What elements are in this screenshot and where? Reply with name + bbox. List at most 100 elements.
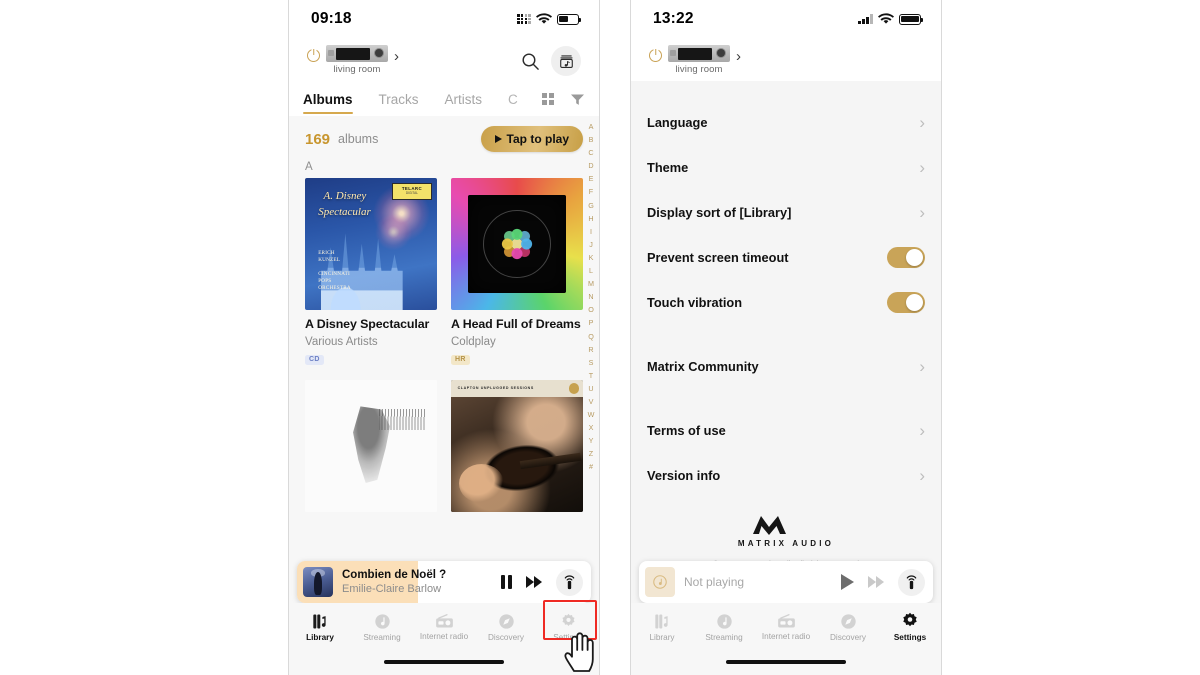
mini-player-right[interactable]: Not playing	[639, 561, 933, 603]
alpha-index-letter[interactable]: D	[588, 159, 593, 172]
device-info[interactable]: living room	[668, 42, 730, 75]
album-card[interactable]	[305, 380, 437, 512]
pause-icon[interactable]	[500, 575, 512, 589]
discovery-icon	[498, 613, 514, 629]
album-cover[interactable]	[451, 178, 583, 310]
chevron-right-icon: ›	[919, 203, 925, 222]
power-icon[interactable]	[649, 49, 662, 62]
nav-item-settings[interactable]: Settings	[881, 612, 939, 642]
search-icon[interactable]	[515, 46, 545, 76]
now-playing-artist: Emilie-Claire Barlow	[342, 583, 442, 595]
filter-icon[interactable]	[570, 93, 585, 106]
alpha-index-letter[interactable]: W	[588, 408, 595, 421]
tab-tracks[interactable]: Tracks	[379, 86, 419, 116]
alpha-index-letter[interactable]: Y	[589, 434, 594, 447]
alpha-index-letter[interactable]: M	[588, 277, 594, 290]
home-indicator[interactable]	[726, 659, 846, 665]
settings-row-version-info[interactable]: Version info ›	[631, 453, 941, 498]
library-icon	[654, 614, 668, 628]
album-card[interactable]: A. Disney Spectacular ERICH KUNZEL CINCINN…	[305, 178, 437, 366]
alpha-index-letter[interactable]: N	[588, 290, 593, 303]
alpha-index-letter[interactable]: A	[589, 120, 594, 133]
nav-item-internet-radio[interactable]: Internet radio	[415, 613, 473, 641]
album-card[interactable]: CLAPTON UNPLUGGED SESSIONS	[451, 380, 583, 512]
cast-remote-icon[interactable]	[556, 568, 583, 596]
settings-row-theme[interactable]: Theme ›	[631, 145, 941, 190]
nav-item-internet-radio[interactable]: Internet radio	[757, 613, 815, 641]
alpha-index-letter[interactable]: V	[589, 395, 594, 408]
alpha-index-letter[interactable]: #	[589, 460, 593, 473]
settings-row-matrix-community[interactable]: Matrix Community ›	[631, 344, 941, 389]
nav-item-streaming[interactable]: Streaming	[695, 613, 753, 642]
device-info[interactable]: living room	[326, 42, 388, 75]
now-playing-title: Not playing	[684, 575, 745, 589]
alpha-index-letter[interactable]: G	[588, 199, 594, 212]
alpha-index-letter[interactable]: X	[589, 421, 594, 434]
device-thumbnail	[326, 45, 388, 62]
alpha-index-letter[interactable]: F	[589, 185, 593, 198]
settings-label: Version info	[647, 468, 721, 483]
tap-to-play-button[interactable]: Tap to play	[480, 126, 583, 152]
alpha-index-letter[interactable]: O	[588, 303, 594, 316]
alpha-index-letter[interactable]: Q	[588, 330, 594, 343]
nav-item-settings[interactable]: Settings	[539, 613, 597, 642]
play-queue-icon[interactable]	[551, 46, 581, 76]
chevron-right-icon[interactable]: ›	[394, 49, 399, 64]
alpha-index-letter[interactable]: J	[589, 238, 593, 251]
tab-albums[interactable]: Albums	[303, 86, 353, 116]
tab-composers-clipped[interactable]: C	[508, 86, 518, 116]
grid-view-icon[interactable]	[541, 92, 554, 106]
alpha-index-letter[interactable]: T	[589, 369, 593, 382]
bottom-nav-right: Library Streaming Internet radio Discove…	[631, 603, 941, 649]
alpha-index-letter[interactable]: P	[589, 316, 594, 329]
alpha-index-letter[interactable]: C	[588, 146, 593, 159]
tab-view-icons	[541, 92, 585, 110]
tab-artists[interactable]: Artists	[445, 86, 483, 116]
album-card[interactable]: A Head Full of Dreams Coldplay HR	[451, 178, 583, 366]
device-selector[interactable]: living room ›	[307, 42, 399, 75]
device-selector[interactable]: living room ›	[649, 42, 741, 75]
mini-player-left[interactable]: Combien de Noël ? Emilie-Claire Barlow	[297, 561, 591, 603]
alpha-index-letter[interactable]: R	[588, 343, 593, 356]
battery-half-icon	[557, 13, 582, 25]
album-cover[interactable]: CLAPTON UNPLUGGED SESSIONS	[451, 380, 583, 512]
alpha-index-letter[interactable]: H	[588, 212, 593, 225]
cast-remote-icon[interactable]	[898, 568, 925, 596]
alpha-index-letter[interactable]: Z	[589, 447, 593, 460]
library-tabs: Albums Tracks Artists C	[289, 82, 599, 116]
toggle-touch-vibration[interactable]	[887, 292, 925, 313]
nav-item-discovery[interactable]: Discovery	[819, 613, 877, 642]
settings-row-touch-vibration[interactable]: Touch vibration	[631, 280, 941, 325]
home-indicator[interactable]	[384, 659, 504, 665]
settings-row-display-sort[interactable]: Display sort of [Library] ›	[631, 190, 941, 235]
settings-label: Matrix Community	[647, 359, 759, 374]
alpha-index-letter[interactable]: E	[589, 172, 594, 185]
fast-forward-icon[interactable]	[868, 576, 884, 588]
nav-item-discovery[interactable]: Discovery	[477, 613, 535, 642]
album-format-badge: CD	[305, 354, 324, 365]
alpha-index-letter[interactable]: S	[589, 356, 594, 369]
nav-item-streaming[interactable]: Streaming	[353, 613, 411, 642]
fast-forward-icon[interactable]	[526, 576, 542, 588]
settings-row-terms-of-use[interactable]: Terms of use ›	[631, 408, 941, 453]
alpha-index-letter[interactable]: L	[589, 264, 593, 277]
settings-row-prevent-screen-timeout[interactable]: Prevent screen timeout	[631, 235, 941, 280]
power-icon[interactable]	[307, 49, 320, 62]
chevron-right-icon[interactable]: ›	[736, 49, 741, 64]
toggle-prevent-screen-timeout[interactable]	[887, 247, 925, 268]
nav-item-library[interactable]: Library	[291, 613, 349, 642]
alpha-index-letter[interactable]: U	[588, 382, 593, 395]
nav-item-library[interactable]: Library	[633, 613, 691, 642]
status-clock: 09:18	[311, 10, 352, 27]
phone-right-settings-screen: 13:22 living room › Language › Theme › D…	[630, 0, 942, 675]
album-cover[interactable]	[305, 380, 437, 512]
play-icon[interactable]	[841, 574, 854, 590]
alpha-index-letter[interactable]: B	[589, 133, 594, 146]
alpha-index-letter[interactable]: K	[589, 251, 594, 264]
alphabet-index[interactable]: A B C D E F G H I J K L M N O P Q R S T U V W X Y Z #	[585, 120, 597, 603]
album-cover[interactable]: A. Disney Spectacular ERICH KUNZEL CINCINN…	[305, 178, 437, 310]
alpha-index-letter[interactable]: I	[590, 225, 592, 238]
settings-row-language[interactable]: Language ›	[631, 100, 941, 145]
